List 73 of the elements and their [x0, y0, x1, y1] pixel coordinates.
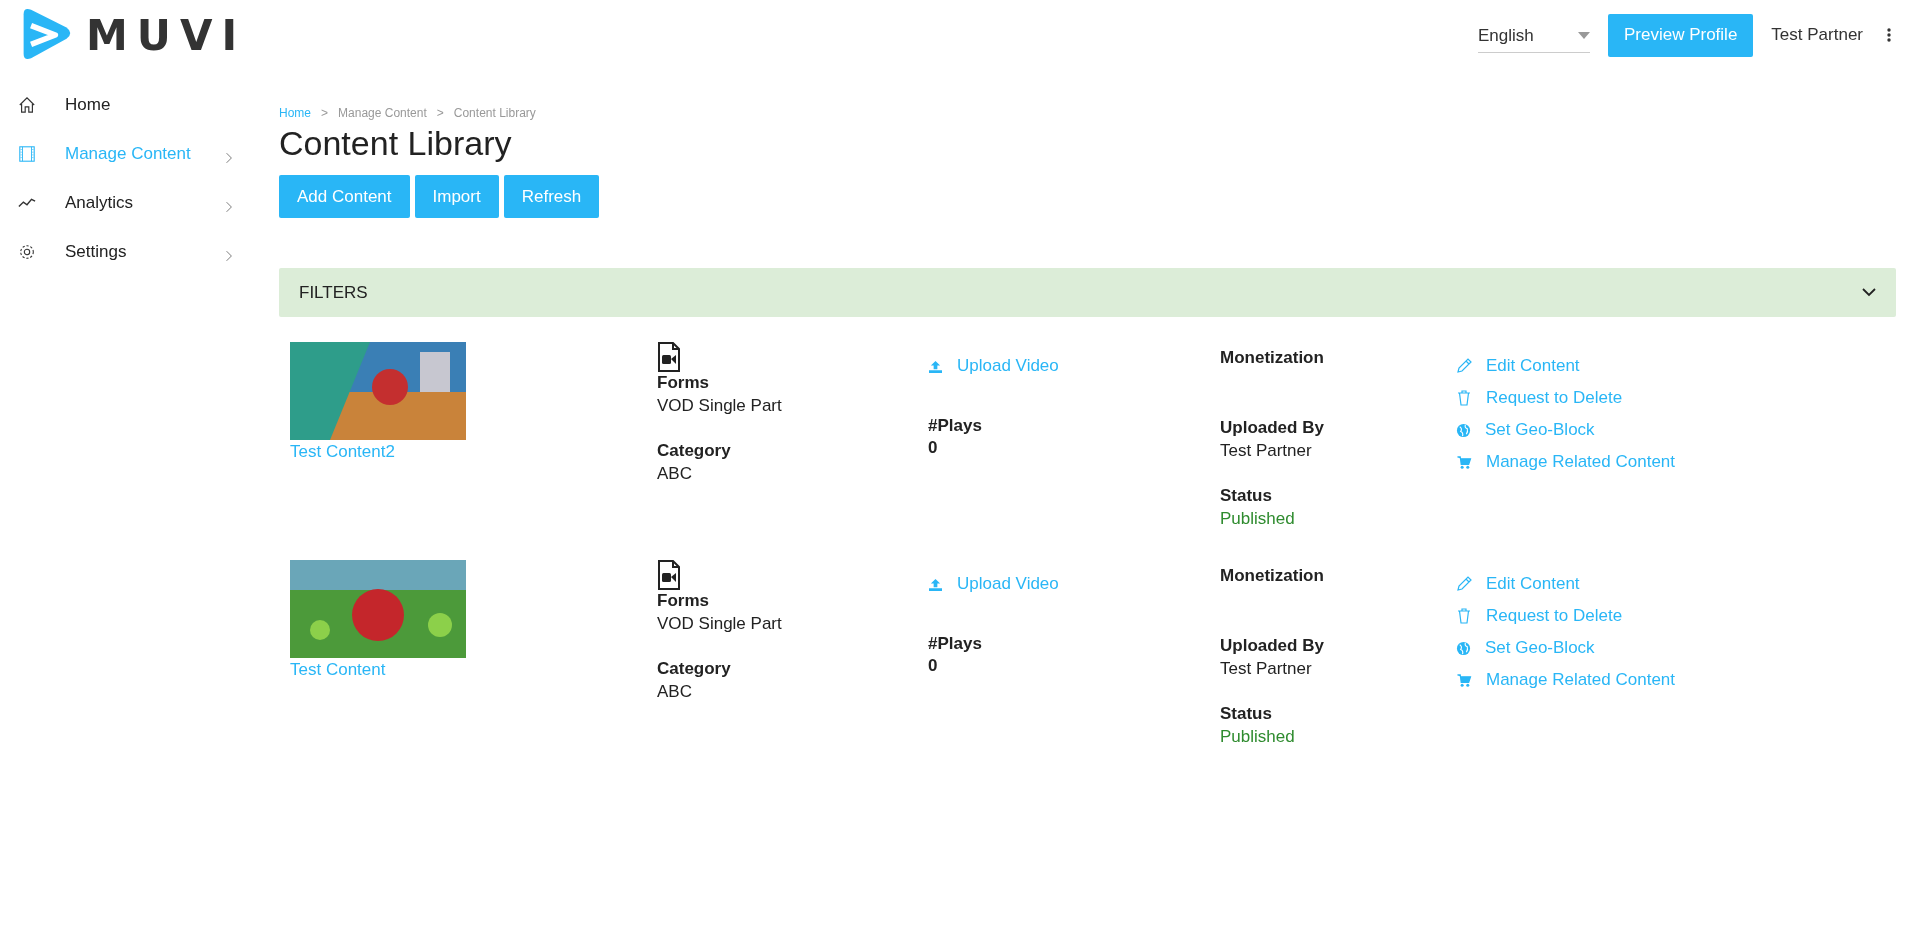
action-link[interactable]: Set Geo-Block	[1456, 418, 1595, 442]
field-value: Test Partner	[1220, 658, 1312, 680]
pencil-icon	[1456, 358, 1472, 374]
field-label: Forms	[657, 590, 709, 612]
upload-video-link[interactable]: Upload Video	[928, 572, 1059, 596]
field-label: #Plays	[928, 633, 982, 655]
sidebar-item[interactable]: Manage Content	[18, 129, 258, 178]
page-title: Content Library	[279, 124, 513, 163]
cart-icon	[1456, 454, 1472, 470]
field-value: ABC	[657, 681, 692, 703]
film-icon	[18, 144, 36, 163]
upload-icon	[928, 577, 943, 591]
upload-video-link[interactable]: Upload Video	[928, 354, 1059, 378]
plays-count: 0	[928, 655, 938, 677]
settings-icon	[18, 242, 36, 261]
field-label: Category	[657, 658, 731, 680]
action-link[interactable]: Request to Delete	[1456, 386, 1623, 410]
cart-icon	[1456, 672, 1472, 688]
sidebar-item[interactable]: Settings	[18, 227, 258, 276]
action-link[interactable]: Request to Delete	[1456, 604, 1623, 628]
action-link[interactable]: Manage Related Content	[1456, 450, 1676, 474]
trash-icon	[1456, 390, 1472, 406]
action-link[interactable]: Set Geo-Block	[1456, 636, 1595, 660]
globe-icon	[1456, 422, 1471, 438]
field-label: Status	[1220, 485, 1272, 507]
field-label: Uploaded By	[1220, 417, 1324, 439]
home-icon	[18, 95, 36, 114]
field-value: VOD Single Part	[657, 395, 782, 417]
field-value: VOD Single Part	[657, 613, 782, 635]
action-link[interactable]: Edit Content	[1456, 354, 1580, 378]
sidebar-item[interactable]: Analytics	[18, 178, 258, 227]
preview-profile-button[interactable]: Preview Profile	[1607, 13, 1754, 57]
plays-count: 0	[928, 437, 938, 459]
field-label: Category	[657, 440, 731, 462]
trash-icon	[1456, 608, 1472, 624]
chevron-right-icon	[225, 151, 233, 164]
breadcrumb-separator: >	[321, 106, 329, 120]
action-button[interactable]: Refresh	[503, 175, 600, 218]
sidebar-item[interactable]: Home	[18, 80, 258, 129]
user-name[interactable]: Test Partner	[1771, 25, 1863, 45]
logo-text: MUVI	[86, 10, 247, 60]
action-button[interactable]: Import	[414, 175, 499, 218]
field-value: Test Partner	[1220, 440, 1312, 462]
upload-icon	[928, 359, 943, 373]
chevron-right-icon	[225, 200, 233, 213]
field-value: ABC	[657, 463, 692, 485]
content-title-link[interactable]: Test Content2	[290, 442, 395, 462]
breadcrumb-separator: >	[436, 106, 444, 120]
breadcrumb-text: Content Library	[453, 106, 536, 120]
breadcrumb-text: Manage Content	[338, 106, 427, 120]
more-options-icon[interactable]	[1887, 28, 1891, 42]
field-label: Status	[1220, 703, 1272, 725]
field-label: #Plays	[928, 415, 982, 437]
video-file-icon	[657, 560, 681, 590]
filters-bar[interactable]: FILTERS	[279, 268, 1896, 317]
action-link[interactable]: Manage Related Content	[1456, 668, 1676, 692]
content-title-link[interactable]: Test Content	[290, 660, 386, 680]
chevron-right-icon	[225, 249, 233, 262]
status-text: Published	[1220, 726, 1295, 748]
video-file-icon	[657, 342, 681, 372]
status-text: Published	[1220, 508, 1295, 530]
dropdown-caret-icon	[1577, 32, 1590, 39]
field-label: Monetization	[1220, 565, 1324, 587]
pencil-icon	[1456, 576, 1472, 592]
language-dropdown[interactable]: English	[1477, 17, 1590, 53]
field-label: Forms	[657, 372, 709, 394]
field-label: Monetization	[1220, 347, 1324, 369]
action-link[interactable]: Edit Content	[1456, 572, 1580, 596]
field-label: Uploaded By	[1220, 635, 1324, 657]
filters-label: FILTERS	[299, 282, 368, 303]
breadcrumb-link[interactable]: Home	[279, 106, 311, 120]
globe-icon	[1456, 640, 1471, 656]
action-button[interactable]: Add Content	[279, 175, 410, 218]
